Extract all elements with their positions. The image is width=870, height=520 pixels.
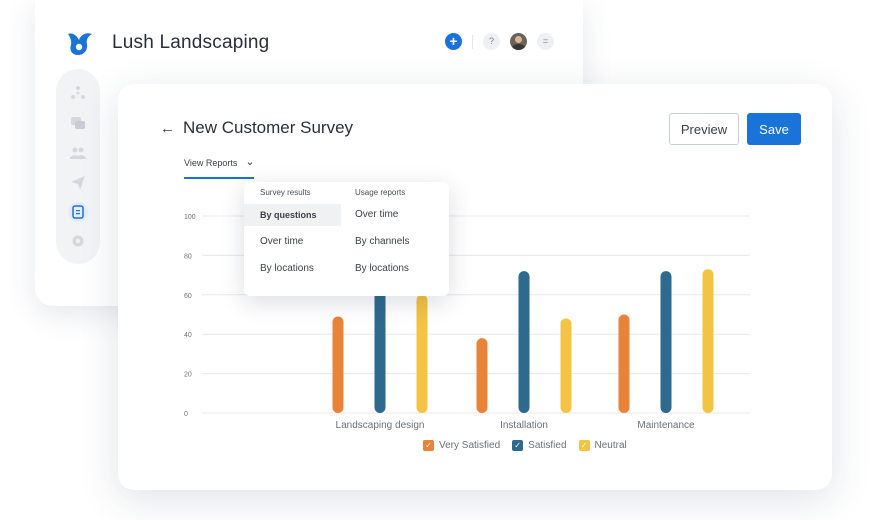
- reports-menu: Survey results Usage reports By question…: [244, 182, 449, 296]
- y-tick-label: 60: [184, 293, 192, 300]
- menu-item-usage-over-time[interactable]: Over time: [339, 204, 439, 226]
- checkbox-icon: ✓: [578, 440, 590, 451]
- y-tick-label: 100: [184, 214, 196, 221]
- bar[interactable]: [560, 318, 572, 413]
- view-reports-label: View Reports: [184, 158, 238, 168]
- menu-item-over-time[interactable]: Over time: [244, 231, 341, 253]
- sidebar: [56, 69, 100, 264]
- sidebar-item-users[interactable]: [68, 143, 88, 163]
- menu-item-by-channels[interactable]: By channels: [339, 231, 439, 253]
- save-button[interactable]: Save: [747, 113, 801, 145]
- toolbar-divider: [472, 34, 473, 49]
- view-reports-underline: [184, 177, 254, 179]
- top-toolbar: + ? =: [445, 33, 554, 50]
- checkbox-icon: ✓: [423, 440, 434, 451]
- avatar[interactable]: [510, 33, 527, 50]
- x-tick-label: Landscaping design: [336, 420, 425, 431]
- bar[interactable]: [476, 338, 488, 413]
- bar[interactable]: [660, 271, 672, 413]
- add-button[interactable]: +: [445, 33, 462, 50]
- y-tick-label: 20: [184, 372, 192, 379]
- nodes-icon: [71, 86, 85, 99]
- x-tick-label: Installation: [500, 420, 548, 431]
- menu-item-usage-by-locations[interactable]: By locations: [339, 258, 439, 280]
- legend-item-very-satisfied[interactable]: ✓ Very Satisfied: [423, 440, 500, 451]
- checkbox-icon: ✓: [512, 440, 524, 451]
- sidebar-item-settings[interactable]: [68, 231, 88, 251]
- legend-label: Neutral: [594, 440, 627, 451]
- preview-button[interactable]: Preview: [669, 113, 739, 145]
- app-name: Lush Landscaping: [112, 32, 270, 53]
- y-tick-label: 0: [184, 411, 188, 418]
- legend-item-satisfied[interactable]: ✓ Satisfied: [512, 440, 567, 451]
- gear-icon: [72, 235, 84, 247]
- view-reports-dropdown[interactable]: View Reports ⌄: [184, 155, 255, 169]
- back-arrow-icon[interactable]: ←: [160, 120, 175, 137]
- users-icon: [70, 147, 86, 159]
- menu-header-usage: Usage reports: [355, 188, 406, 197]
- menu-icon[interactable]: =: [537, 33, 554, 50]
- chat-icon: [71, 117, 85, 129]
- document-icon: [72, 205, 84, 219]
- app-stage: Lush Landscaping + ? = ← New Customer Su…: [0, 0, 870, 520]
- menu-item-by-questions[interactable]: By questions: [244, 204, 341, 226]
- bar[interactable]: [702, 269, 714, 413]
- legend-item-neutral[interactable]: ✓ Neutral: [578, 440, 627, 451]
- bird-logo-icon: [68, 33, 92, 55]
- sidebar-item-integrations[interactable]: [68, 83, 88, 103]
- chevron-down-icon: ⌄: [245, 155, 255, 168]
- y-tick-label: 40: [184, 332, 192, 339]
- bar[interactable]: [332, 316, 344, 413]
- sidebar-item-send[interactable]: [68, 173, 88, 193]
- legend-label: Satisfied: [528, 440, 567, 451]
- menu-item-by-locations[interactable]: By locations: [244, 258, 341, 280]
- sidebar-item-reports[interactable]: [68, 202, 88, 222]
- y-tick-label: 80: [184, 253, 192, 260]
- page-title: New Customer Survey: [183, 118, 354, 137]
- bar[interactable]: [618, 314, 630, 414]
- survey-panel: ← New Customer Survey Preview Save View …: [118, 84, 832, 490]
- chart-legend: ✓ Very Satisfied ✓ Satisfied ✓ Neutral: [423, 440, 627, 451]
- bar[interactable]: [374, 290, 386, 413]
- menu-header-survey: Survey results: [260, 188, 311, 197]
- help-icon[interactable]: ?: [483, 33, 500, 50]
- legend-label: Very Satisfied: [439, 440, 501, 451]
- x-tick-label: Maintenance: [637, 420, 695, 431]
- bar[interactable]: [416, 294, 428, 413]
- sidebar-item-messages[interactable]: [68, 113, 88, 133]
- bar[interactable]: [518, 271, 530, 413]
- paper-plane-icon: [71, 176, 85, 190]
